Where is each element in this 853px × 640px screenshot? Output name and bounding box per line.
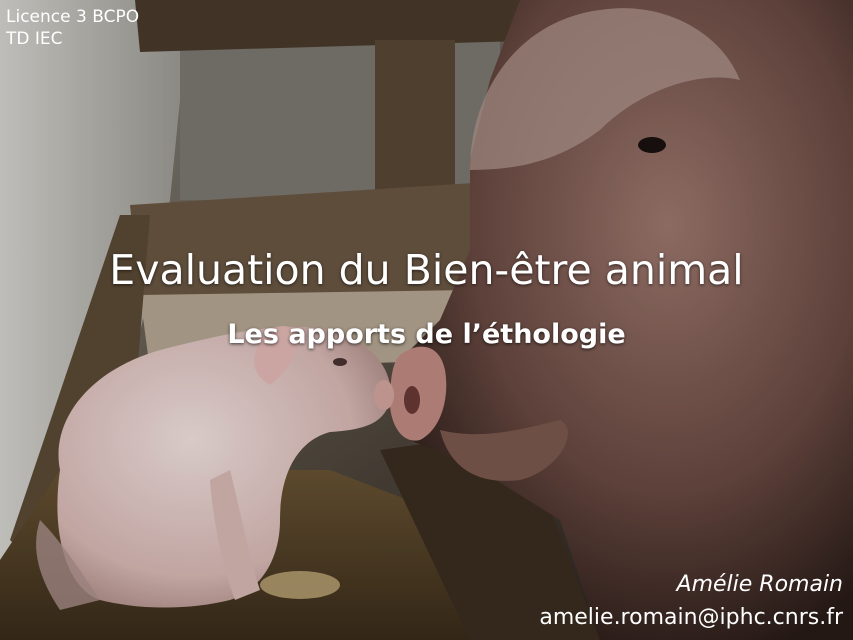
author-name: Amélie Romain: [676, 572, 843, 597]
author-email: amelie.romain@iphc.cnrs.fr: [539, 605, 843, 630]
slide-title: Evaluation du Bien-être animal: [109, 246, 744, 294]
course-line-2: TD IEC: [6, 29, 63, 49]
slide-subtitle: Les apports de l’éthologie: [227, 319, 626, 350]
course-line-1: Licence 3 BCPO: [6, 7, 140, 27]
course-label: Licence 3 BCPO TD IEC: [6, 6, 139, 50]
title-slide: Licence 3 BCPO TD IEC Evaluation du Bien…: [0, 0, 853, 640]
